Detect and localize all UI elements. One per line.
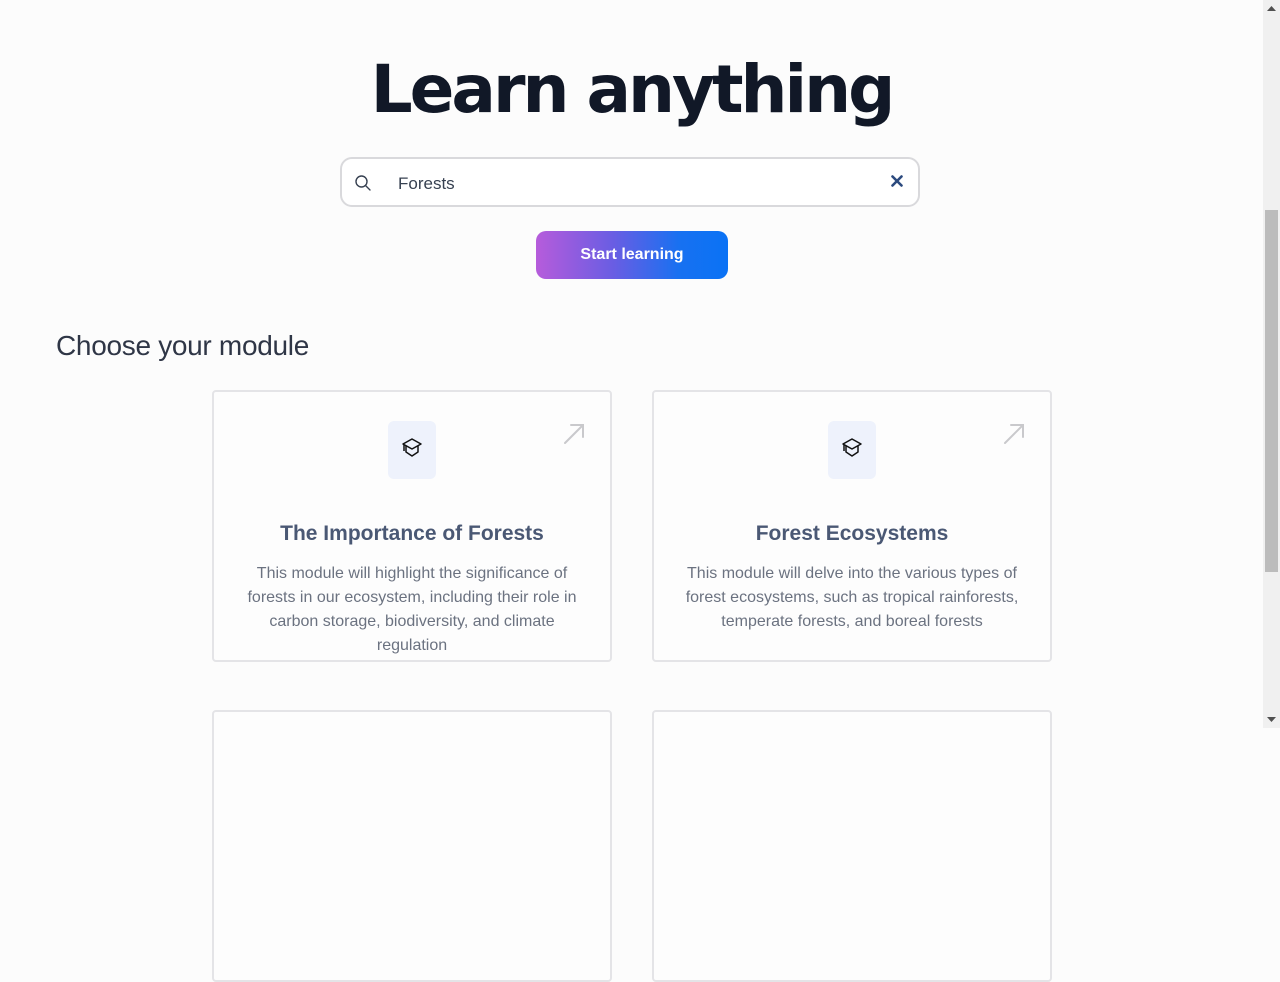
vertical-scrollbar[interactable] xyxy=(1263,0,1280,728)
module-card-partial[interactable] xyxy=(212,710,612,982)
module-description: This module will highlight the significa… xyxy=(247,565,577,654)
search-bar xyxy=(340,157,920,207)
module-card[interactable]: Forest Ecosystems This module will delve… xyxy=(652,390,1052,662)
start-learning-button[interactable]: Start learning xyxy=(536,231,728,279)
module-card-partial[interactable] xyxy=(652,710,1052,982)
close-icon xyxy=(891,174,903,192)
search-input[interactable] xyxy=(396,169,870,199)
clear-search-button[interactable] xyxy=(886,172,908,194)
module-title: Forest Ecosystems xyxy=(755,522,949,545)
section-heading: Choose your module xyxy=(56,330,309,361)
module-description: This module will delve into the various … xyxy=(685,565,1019,630)
search-icon xyxy=(354,174,372,192)
graduation-cap-icon xyxy=(400,436,424,465)
module-icon-container xyxy=(828,421,876,479)
caret-up-icon xyxy=(1267,6,1276,11)
scroll-down-button[interactable] xyxy=(1263,711,1280,728)
module-card[interactable]: The Importance of Forests This module wi… xyxy=(212,390,612,662)
module-title: The Importance of Forests xyxy=(280,522,544,545)
graduation-cap-icon xyxy=(840,436,864,465)
scroll-up-button[interactable] xyxy=(1263,0,1280,17)
caret-down-icon xyxy=(1267,717,1276,722)
module-icon-container xyxy=(388,421,436,479)
arrow-up-right-icon[interactable] xyxy=(1002,422,1026,446)
page: Learn anything Start learning Choose you… xyxy=(0,0,1263,982)
page-title: Learn anything xyxy=(370,51,896,128)
arrow-up-right-icon[interactable] xyxy=(562,422,586,446)
scrollbar-thumb[interactable] xyxy=(1265,210,1278,572)
